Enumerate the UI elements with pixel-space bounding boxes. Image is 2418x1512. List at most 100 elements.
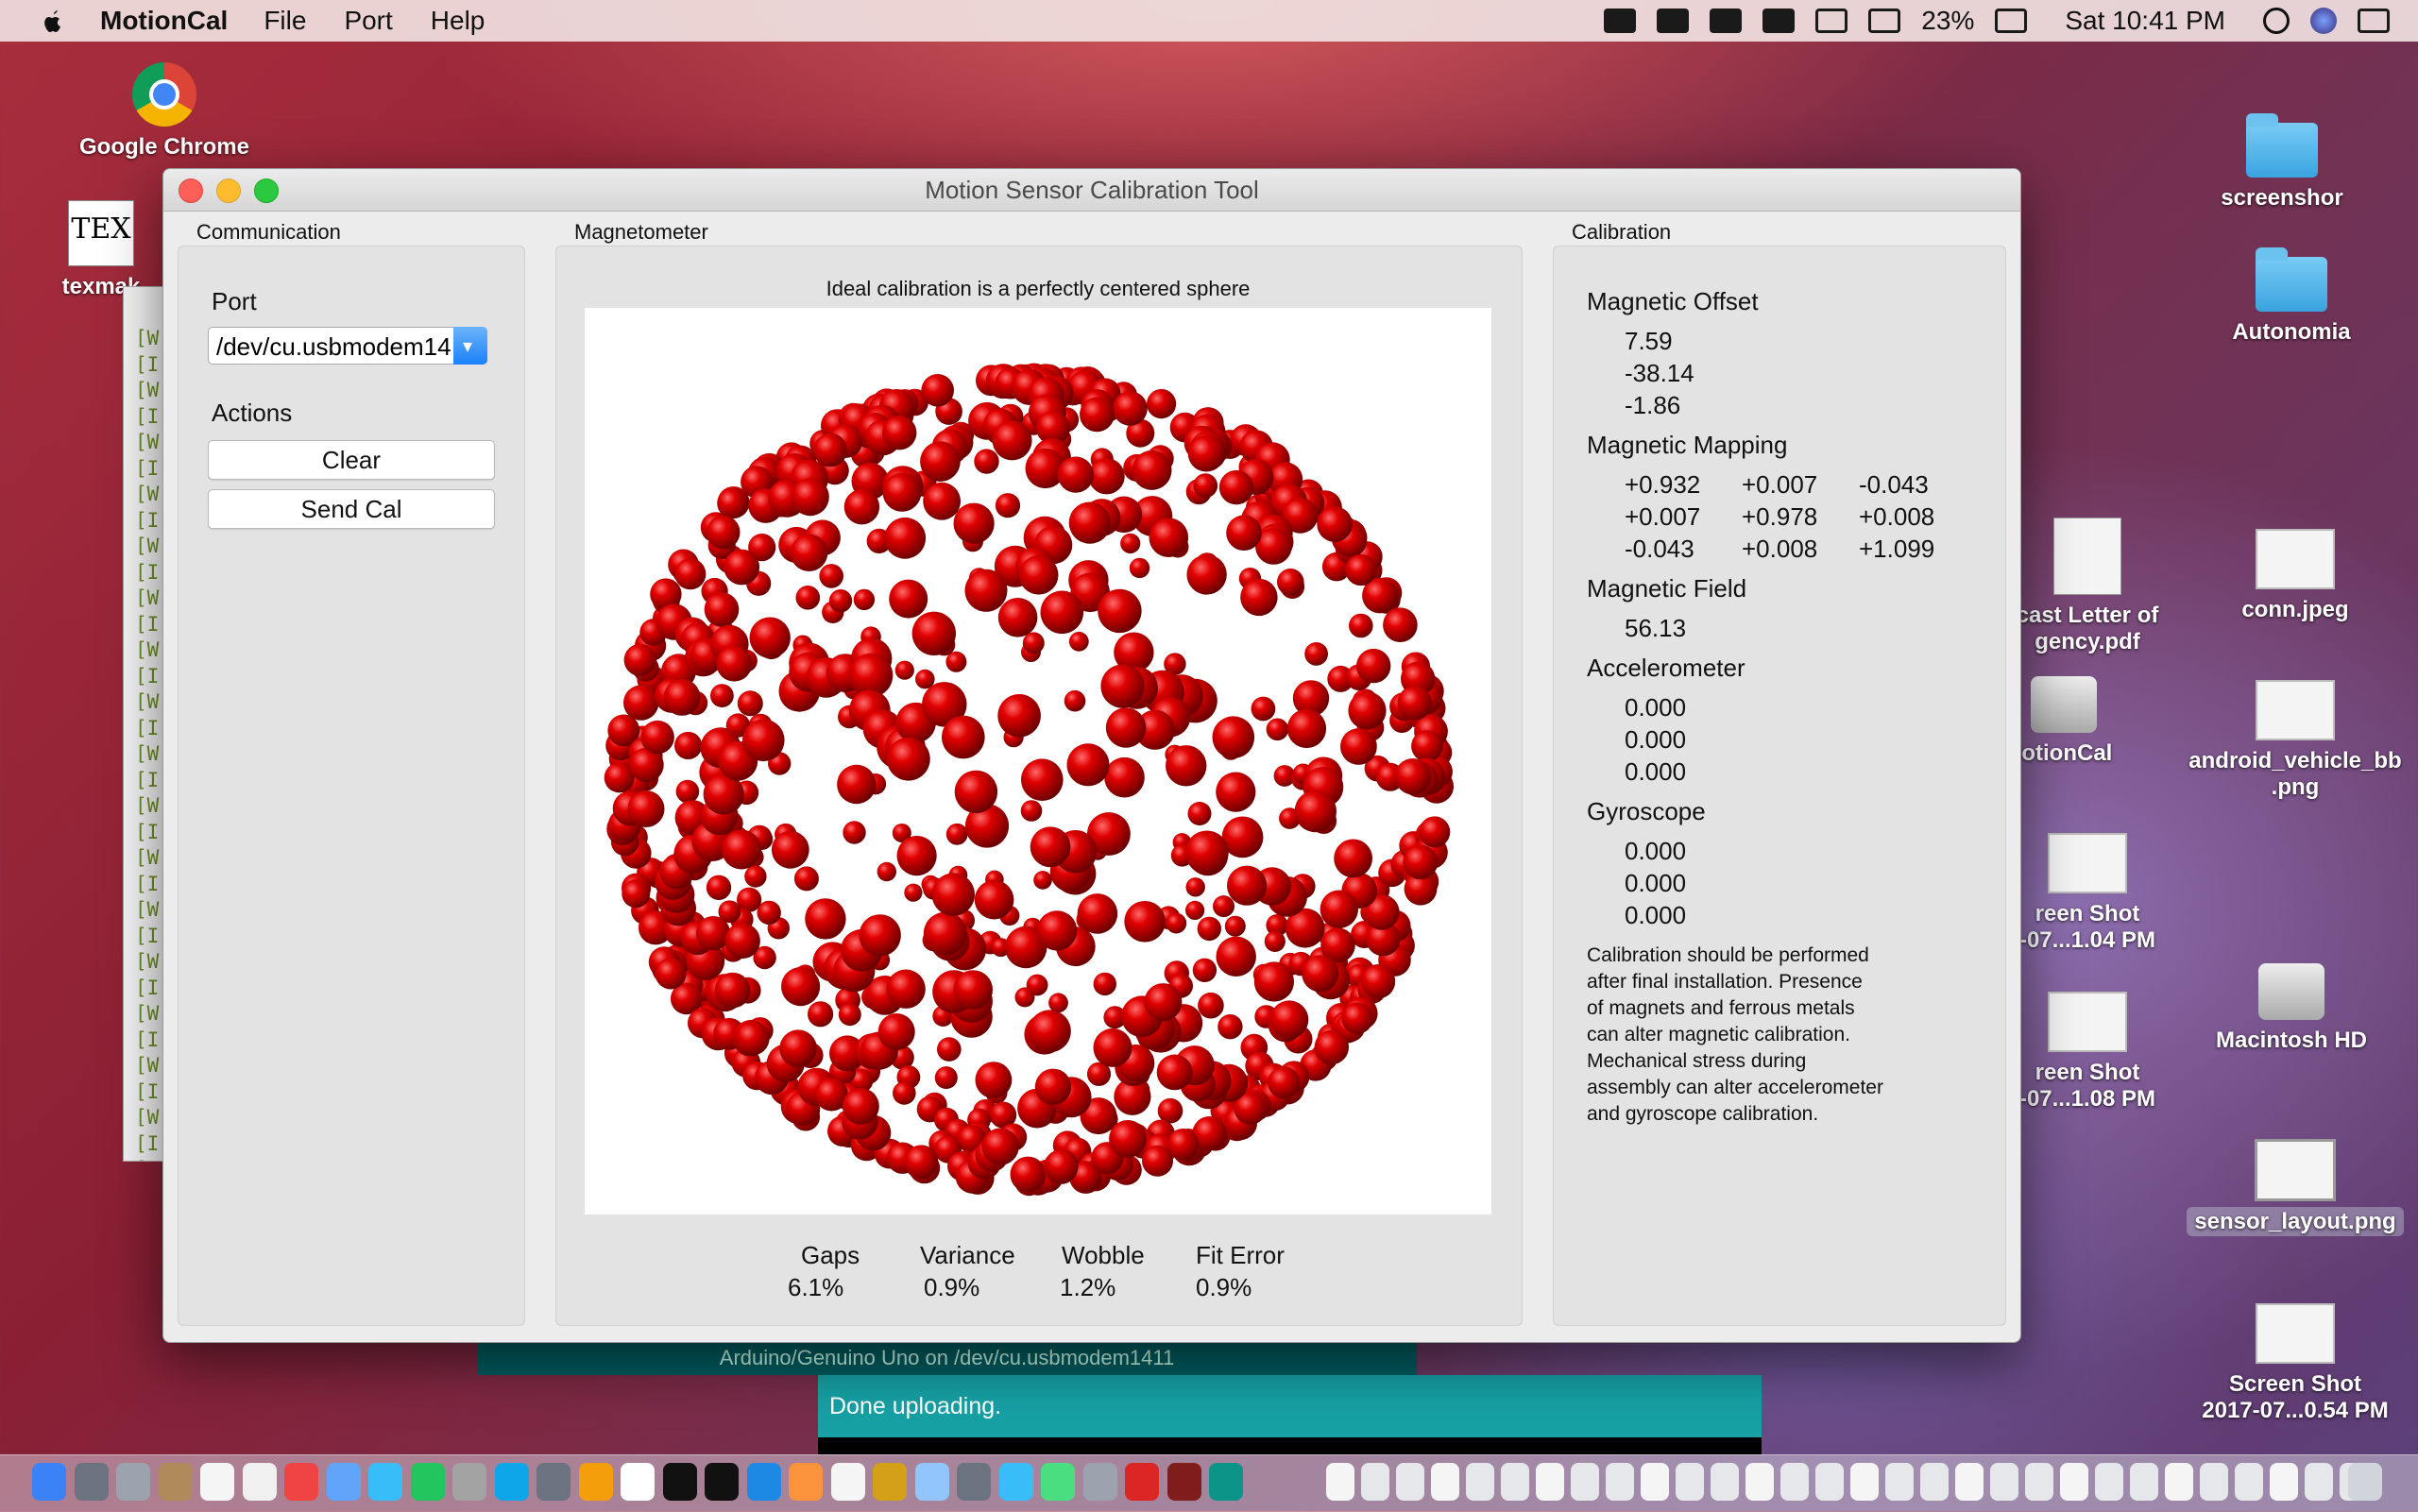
dock-window-thumbnail[interactable] (1606, 1463, 1634, 1501)
dock-window-thumbnail[interactable] (1361, 1463, 1389, 1501)
dock-window-thumbnail[interactable] (2165, 1463, 2193, 1501)
dock-app-icon[interactable] (284, 1463, 318, 1501)
desktop-icon-google-chrome[interactable]: Google Chrome (70, 62, 259, 161)
close-button[interactable] (179, 178, 203, 203)
dock-window-thumbnail[interactable] (1745, 1463, 1774, 1501)
dock-window-thumbnail[interactable] (2200, 1463, 2228, 1501)
battery-icon[interactable] (1995, 8, 2028, 33)
dock-app-icon[interactable] (998, 1463, 1033, 1501)
status-app-icon[interactable] (1604, 8, 1637, 33)
dock-app-icon[interactable] (1041, 1463, 1075, 1501)
desktop-icon-sensor-layout[interactable]: sensor_layout.png (2172, 1139, 2418, 1236)
dock-window-thumbnail[interactable] (2270, 1463, 2298, 1501)
docker-icon[interactable] (1657, 8, 1690, 33)
dock-app-icon[interactable] (74, 1463, 109, 1501)
desktop-icon-android-png[interactable]: android_vehicle_bb .png (2172, 680, 2418, 801)
dock-window-thumbnail[interactable] (2235, 1463, 2263, 1501)
dock-app-icon[interactable] (873, 1463, 907, 1501)
apple-icon[interactable] (38, 7, 66, 35)
desktop-icon-motioncal-dmg[interactable]: lotionCal (2012, 676, 2116, 767)
dock-app-icon[interactable] (1209, 1463, 1243, 1501)
dock-app-icon[interactable] (452, 1463, 486, 1501)
dock-app-icon[interactable] (705, 1463, 739, 1501)
desktop-icon-conn-jpeg[interactable]: conn.jpeg (2201, 529, 2390, 623)
dock-app-icon[interactable] (32, 1463, 66, 1501)
calibration-point (1040, 590, 1084, 635)
desktop-icon-letter-pdf[interactable]: cast Letter of gency.pdf (2012, 518, 2163, 655)
desktop-icon-autonomia-folder[interactable]: Autonomia (2197, 247, 2386, 346)
port-dropdown-button[interactable]: ▾ (453, 327, 487, 365)
dock-window-thumbnail[interactable] (1885, 1463, 1914, 1501)
magnetometer-plot[interactable] (585, 308, 1491, 1215)
battery-percent[interactable]: 23% (1921, 6, 1974, 36)
port-select[interactable]: /dev/cu.usbmodem14 (208, 327, 487, 365)
dock-app-icon[interactable] (242, 1463, 277, 1501)
dock-app-icon[interactable] (410, 1463, 445, 1501)
dock-app-icon[interactable] (789, 1463, 823, 1501)
clock[interactable]: Sat 10:41 PM (2065, 6, 2225, 36)
trash-icon[interactable] (2348, 1463, 2382, 1501)
memory-icon[interactable] (1762, 8, 1796, 33)
dock-app-icon[interactable] (1125, 1463, 1159, 1501)
dock-window-thumbnail[interactable] (1711, 1463, 1739, 1501)
dock-window-thumbnail[interactable] (1571, 1463, 1599, 1501)
dock-app-icon[interactable] (158, 1463, 193, 1501)
wifi-icon[interactable] (1815, 8, 1848, 33)
menu-file[interactable]: File (264, 6, 306, 36)
dock-window-thumbnail[interactable] (2305, 1463, 2333, 1501)
desktop-icon-screen-shot-3[interactable]: Screen Shot 2017-07...0.54 PM (2172, 1303, 2418, 1424)
dock-window-thumbnail[interactable] (2060, 1463, 2088, 1501)
dock-app-icon[interactable] (200, 1463, 234, 1501)
dock-window-thumbnail[interactable] (1641, 1463, 1669, 1501)
dock-window-thumbnail[interactable] (1955, 1463, 1984, 1501)
dock-app-icon[interactable] (116, 1463, 150, 1501)
zoom-button[interactable] (254, 178, 279, 203)
dock-app-icon[interactable] (621, 1463, 655, 1501)
dock-window-thumbnail[interactable] (2025, 1463, 2053, 1501)
siri-icon[interactable] (2310, 8, 2337, 34)
dock-window-thumbnail[interactable] (1326, 1463, 1354, 1501)
dock-app-icon[interactable] (830, 1463, 865, 1501)
menu-port[interactable]: Port (344, 6, 392, 36)
dock-app-icon[interactable] (1082, 1463, 1117, 1501)
dock-window-thumbnail[interactable] (2130, 1463, 2158, 1501)
dock-window-thumbnail[interactable] (1536, 1463, 1564, 1501)
network-tool-icon[interactable] (1710, 8, 1743, 33)
dock-window-thumbnail[interactable] (1676, 1463, 1704, 1501)
dock-app-icon[interactable] (368, 1463, 402, 1501)
dock-window-thumbnail[interactable] (1466, 1463, 1494, 1501)
desktop-icon-screenshot-folder[interactable]: screenshor (2188, 113, 2376, 212)
dock-app-icon[interactable] (914, 1463, 949, 1501)
desktop-icon-screen-shot-2[interactable]: reen Shot -07...1.08 PM (2012, 992, 2163, 1113)
dock-app-icon[interactable] (957, 1463, 991, 1501)
airplay-icon[interactable] (1868, 8, 1901, 33)
desktop-icon-macintosh-hd[interactable]: Macintosh HD (2197, 963, 2386, 1054)
dock-app-icon[interactable] (746, 1463, 781, 1501)
calibration-point (1022, 632, 1045, 654)
dock-app-icon[interactable] (662, 1463, 697, 1501)
dock-app-icon[interactable] (536, 1463, 570, 1501)
minimize-button[interactable] (216, 178, 241, 203)
desktop-icon-screen-shot-1[interactable]: reen Shot -07...1.04 PM (2012, 833, 2163, 954)
menu-help[interactable]: Help (431, 6, 485, 36)
app-menu[interactable]: MotionCal (100, 6, 228, 36)
dock-window-thumbnail[interactable] (1431, 1463, 1459, 1501)
dock-window-thumbnail[interactable] (1815, 1463, 1844, 1501)
dock-app-icon[interactable] (1166, 1463, 1201, 1501)
clear-button[interactable]: Clear (208, 440, 495, 480)
dock-window-thumbnail[interactable] (1501, 1463, 1529, 1501)
dock-window-thumbnail[interactable] (1920, 1463, 1949, 1501)
window-titlebar[interactable]: Motion Sensor Calibration Tool (163, 169, 2020, 212)
dock-window-thumbnail[interactable] (1780, 1463, 1809, 1501)
dock-app-icon[interactable] (326, 1463, 361, 1501)
spotlight-search-icon[interactable] (2263, 8, 2290, 34)
dock-app-icon[interactable] (494, 1463, 529, 1501)
dock-window-thumbnail[interactable] (2095, 1463, 2123, 1501)
calibration-point (808, 1001, 834, 1028)
notification-center-icon[interactable] (2358, 8, 2390, 33)
dock-window-thumbnail[interactable] (1990, 1463, 2018, 1501)
send-cal-button[interactable]: Send Cal (208, 489, 495, 529)
dock-window-thumbnail[interactable] (1396, 1463, 1424, 1501)
dock-app-icon[interactable] (578, 1463, 613, 1501)
dock-window-thumbnail[interactable] (1850, 1463, 1879, 1501)
